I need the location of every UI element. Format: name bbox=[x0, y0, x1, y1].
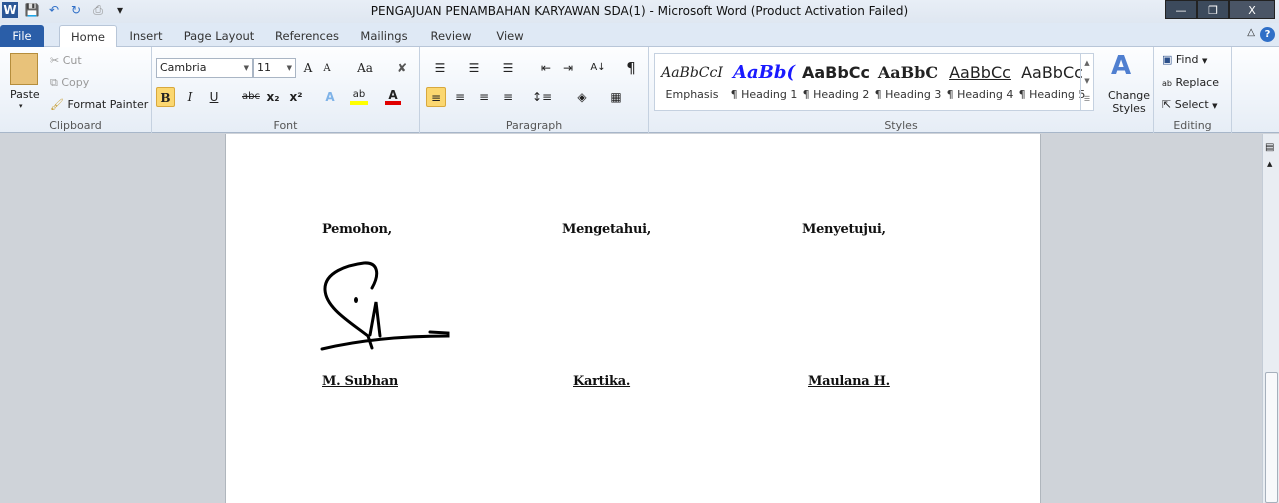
italic-button[interactable]: I bbox=[182, 87, 198, 107]
name-acknowledged: Kartika. bbox=[573, 374, 631, 389]
gallery-scroll[interactable]: ▲ ▼ ☰ bbox=[1080, 54, 1093, 110]
clipboard-label: Clipboard bbox=[49, 119, 102, 132]
brush-icon: 🖌 bbox=[50, 98, 64, 111]
style-heading-5[interactable]: AaBbCc ¶ Heading 5 bbox=[1017, 58, 1087, 108]
editing-label: Editing bbox=[1173, 119, 1212, 132]
multilevel-list-icon[interactable]: ☰ bbox=[496, 58, 520, 78]
tab-page-layout[interactable]: Page Layout bbox=[183, 25, 255, 47]
scrollbar-thumb[interactable] bbox=[1265, 372, 1278, 503]
vertical-scrollbar[interactable]: ▤ ▲ bbox=[1262, 134, 1279, 503]
cut-button[interactable]: ✂ Cut bbox=[50, 54, 82, 67]
paragraph-group: ☰ ☰ ☰ ⇤ ⇥ A↓ ¶ ≡ ≡ ≡ ≡ ↕≡ ◈ ▦ Paragraph bbox=[420, 47, 649, 133]
close-button[interactable]: X bbox=[1229, 0, 1275, 19]
role-acknowledged: Mengetahui, bbox=[562, 222, 651, 237]
copy-button[interactable]: ⧉ Copy bbox=[50, 76, 89, 90]
binoculars-icon: ▣ bbox=[1162, 53, 1173, 66]
decrease-indent-icon[interactable]: ⇤ bbox=[536, 58, 556, 78]
show-formatting-button[interactable]: ¶ bbox=[622, 58, 640, 78]
replace-icon: ab bbox=[1162, 79, 1172, 88]
styles-gallery: AaBbCcI Emphasis AaBb(¶ Heading 1 AaBbCc ¶… bbox=[654, 53, 1094, 111]
tab-insert[interactable]: Insert bbox=[124, 25, 168, 47]
tab-mailings[interactable]: Mailings bbox=[356, 25, 412, 47]
paragraph-label: Paragraph bbox=[505, 119, 563, 132]
change-case-button[interactable]: Aa bbox=[352, 58, 378, 78]
justify-button[interactable]: ≡ bbox=[498, 87, 518, 107]
tab-references[interactable]: References bbox=[272, 25, 342, 47]
editing-group: ▣ Find ▼ ab Replace ⇱ Select ▼ Editing bbox=[1154, 47, 1232, 133]
signature-image bbox=[320, 261, 450, 351]
clipboard-group: Paste ▾ ✂ Cut ⧉ Copy 🖌 Format Painter Cl… bbox=[0, 47, 152, 133]
superscript-button[interactable]: x² bbox=[288, 87, 304, 107]
format-painter-button[interactable]: 🖌 Format Painter bbox=[50, 98, 148, 111]
bold-button[interactable]: B bbox=[156, 87, 175, 107]
paste-icon[interactable] bbox=[10, 53, 38, 85]
select-button[interactable]: ⇱ Select ▼ bbox=[1162, 98, 1218, 111]
scroll-up-icon[interactable]: ▲ bbox=[1267, 160, 1272, 168]
style-heading-1[interactable]: AaBb(¶ Heading 1 bbox=[729, 58, 799, 108]
replace-button[interactable]: ab Replace bbox=[1162, 76, 1219, 89]
highlight-icon[interactable]: ab bbox=[350, 85, 368, 105]
scissors-icon: ✂ bbox=[50, 54, 60, 67]
minimize-button[interactable]: — bbox=[1165, 0, 1197, 19]
document-area: Pemohon, Mengetahui, Menyetujui, M. Subh… bbox=[0, 134, 1262, 503]
style-emphasis[interactable]: AaBbCcI Emphasis bbox=[657, 58, 727, 108]
change-styles-button[interactable]: Change Styles bbox=[1107, 89, 1151, 115]
shading-icon[interactable]: ◈ bbox=[570, 87, 594, 107]
font-name-select[interactable]: Cambria ▼ bbox=[156, 58, 253, 78]
style-heading-3[interactable]: AaBbC ¶ Heading 3 bbox=[873, 58, 943, 108]
role-applicant: Pemohon, bbox=[322, 222, 392, 237]
collapse-ribbon-icon[interactable]: △ bbox=[1247, 27, 1255, 38]
font-color-icon[interactable]: A bbox=[385, 85, 401, 105]
increase-indent-icon[interactable]: ⇥ bbox=[558, 58, 578, 78]
help-icon[interactable]: ? bbox=[1260, 27, 1275, 42]
title-bar: W 💾 ↶ ↻ ⎙ ▾ PENGAJUAN PENAMBAHAN KARYAWA… bbox=[0, 0, 1279, 23]
borders-icon[interactable]: ▦ bbox=[604, 87, 628, 107]
ruler-toggle-icon[interactable]: ▤ bbox=[1265, 142, 1274, 153]
tab-review[interactable]: Review bbox=[427, 25, 475, 47]
name-applicant: M. Subhan bbox=[322, 374, 398, 389]
font-size-select[interactable]: 11 ▼ bbox=[253, 58, 296, 78]
style-heading-2[interactable]: AaBbCc ¶ Heading 2 bbox=[801, 58, 871, 108]
text-effects-icon[interactable]: A bbox=[320, 87, 340, 107]
name-approved: Maulana H. bbox=[808, 374, 890, 389]
bullets-icon[interactable]: ☰ bbox=[428, 58, 452, 78]
font-group: Cambria ▼ 11 ▼ A A Aa ✘ B I U abc x₂ x² A … bbox=[152, 47, 420, 133]
align-right-button[interactable]: ≡ bbox=[474, 87, 494, 107]
tab-home[interactable]: Home bbox=[59, 25, 117, 48]
strikethrough-button[interactable]: abc bbox=[240, 87, 262, 107]
shrink-font-button[interactable]: A bbox=[320, 59, 334, 79]
role-approved: Menyetujui, bbox=[802, 222, 886, 237]
line-spacing-icon[interactable]: ↕≡ bbox=[530, 87, 554, 107]
subscript-button[interactable]: x₂ bbox=[265, 87, 281, 107]
font-label: Font bbox=[273, 119, 298, 132]
ribbon: Paste ▾ ✂ Cut ⧉ Copy 🖌 Format Painter Cl… bbox=[0, 47, 1279, 133]
underline-button[interactable]: U bbox=[206, 87, 222, 107]
tab-file[interactable]: File bbox=[0, 25, 44, 47]
tab-view[interactable]: View bbox=[490, 25, 530, 47]
align-center-button[interactable]: ≡ bbox=[450, 87, 470, 107]
restore-button[interactable]: ❐ bbox=[1197, 0, 1229, 19]
change-styles-icon[interactable]: A bbox=[1111, 51, 1131, 81]
numbering-icon[interactable]: ☰ bbox=[462, 58, 486, 78]
styles-group: AaBbCcI Emphasis AaBb(¶ Heading 1 AaBbCc ¶… bbox=[649, 47, 1154, 133]
sort-icon[interactable]: A↓ bbox=[588, 58, 608, 78]
cursor-icon: ⇱ bbox=[1162, 98, 1172, 111]
document-page[interactable]: Pemohon, Mengetahui, Menyetujui, M. Subh… bbox=[225, 134, 1041, 503]
copy-icon: ⧉ bbox=[50, 76, 58, 89]
window-title: PENGAJUAN PENAMBAHAN KARYAWAN SDA(1) - M… bbox=[370, 4, 909, 18]
clear-formatting-icon[interactable]: ✘ bbox=[392, 58, 412, 78]
grow-font-button[interactable]: A bbox=[300, 58, 316, 78]
paste-button[interactable]: Paste bbox=[10, 88, 40, 101]
styles-label: Styles bbox=[884, 119, 918, 132]
ribbon-tabs: File Home Insert Page Layout References … bbox=[0, 23, 1279, 48]
find-button[interactable]: ▣ Find ▼ bbox=[1162, 53, 1207, 66]
style-heading-4[interactable]: AaBbCc ¶ Heading 4 bbox=[945, 58, 1015, 108]
align-left-button[interactable]: ≡ bbox=[426, 87, 446, 107]
